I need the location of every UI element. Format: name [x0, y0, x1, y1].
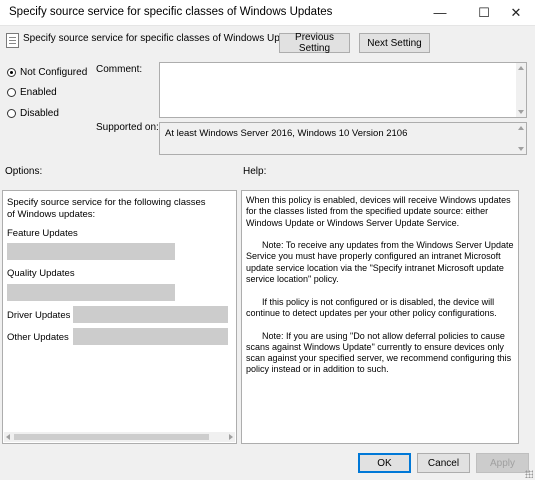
apply-button[interactable]: Apply	[476, 453, 529, 473]
feature-updates-field[interactable]	[7, 243, 175, 260]
help-paragraph: When this policy is enabled, devices wil…	[246, 195, 511, 228]
scroll-right-arrow-icon[interactable]	[229, 434, 233, 440]
help-heading: Help:	[243, 166, 267, 177]
previous-setting-button[interactable]: Previous Setting	[279, 32, 350, 54]
help-panel: When this policy is enabled, devices wil…	[241, 190, 519, 444]
supported-on-value: At least Windows Server 2016, Windows 10…	[165, 128, 408, 139]
radio-disabled-label: Disabled	[20, 108, 59, 119]
quality-updates-field[interactable]	[7, 284, 175, 301]
scroll-up-arrow-icon[interactable]	[518, 126, 524, 130]
minimize-button[interactable]: —	[421, 0, 459, 25]
other-updates-field[interactable]	[73, 328, 228, 345]
options-heading: Options:	[5, 166, 43, 177]
minimize-icon: —	[433, 5, 447, 20]
supported-on-label: Supported on:	[96, 122, 159, 133]
comment-scrollbar[interactable]	[516, 63, 526, 117]
next-setting-button[interactable]: Next Setting	[359, 33, 430, 53]
scroll-down-arrow-icon[interactable]	[518, 147, 524, 151]
title-bar: Specify source service for specific clas…	[0, 0, 535, 26]
feature-updates-label: Feature Updates	[7, 228, 78, 239]
scroll-up-arrow-icon[interactable]	[518, 66, 524, 70]
radio-enabled-indicator	[7, 88, 16, 97]
resize-grip-icon[interactable]	[525, 470, 533, 478]
scroll-down-arrow-icon[interactable]	[518, 110, 524, 114]
policy-setting-icon	[6, 33, 19, 48]
ok-button[interactable]: OK	[358, 453, 411, 473]
close-icon: ✕	[510, 4, 522, 20]
radio-enabled-label: Enabled	[20, 87, 57, 98]
help-paragraph: If this policy is not configured or is d…	[246, 296, 497, 318]
cancel-button[interactable]: Cancel	[417, 453, 470, 473]
driver-updates-field[interactable]	[73, 306, 228, 323]
comment-textarea[interactable]	[159, 62, 527, 118]
other-updates-label: Other Updates	[7, 332, 69, 343]
radio-disabled-indicator	[7, 109, 16, 118]
driver-updates-label: Driver Updates	[7, 310, 71, 321]
close-button[interactable]: ✕	[497, 0, 535, 25]
window-title: Specify source service for specific clas…	[9, 6, 333, 18]
radio-disabled[interactable]: Disabled	[7, 108, 59, 119]
supported-scrollbar[interactable]	[516, 123, 526, 154]
help-paragraph: Note: If you are using "Do not allow def…	[246, 330, 512, 375]
quality-updates-label: Quality Updates	[7, 268, 75, 279]
scrollbar-thumb[interactable]	[14, 434, 209, 440]
options-horizontal-scrollbar[interactable]	[4, 432, 235, 442]
radio-not-configured-label: Not Configured	[20, 67, 88, 78]
options-panel: Specify source service for the following…	[2, 190, 237, 444]
radio-not-configured[interactable]: Not Configured	[7, 67, 87, 78]
options-intro: Specify source service for the following…	[7, 197, 206, 220]
help-text: When this policy is enabled, devices wil…	[246, 195, 514, 387]
maximize-icon: ☐	[478, 4, 490, 20]
supported-on-field: At least Windows Server 2016, Windows 10…	[159, 122, 527, 155]
radio-not-configured-indicator	[7, 68, 16, 77]
comment-label: Comment:	[96, 64, 143, 75]
scroll-left-arrow-icon[interactable]	[6, 434, 10, 440]
radio-enabled[interactable]: Enabled	[7, 87, 57, 98]
policy-title: Specify source service for specific clas…	[23, 33, 305, 44]
help-paragraph: Note: To receive any updates from the Wi…	[246, 240, 514, 285]
